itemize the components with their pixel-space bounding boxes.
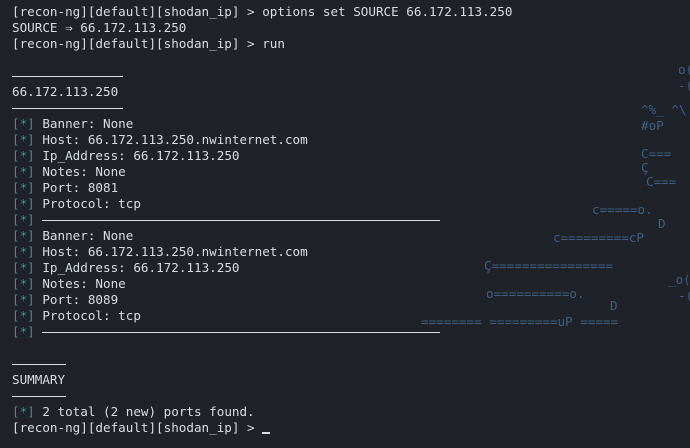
info-marker: [*] xyxy=(12,212,35,227)
result-field: [*] Banner: None xyxy=(12,228,690,244)
text-cursor[interactable] xyxy=(262,432,271,434)
output-line: SOURCE ⇒ 66.172.113.250 xyxy=(12,20,690,36)
result-separator: [*] xyxy=(12,324,690,340)
section-rule xyxy=(12,76,123,77)
info-marker: [*] xyxy=(12,276,35,291)
field-text: Notes: None xyxy=(42,276,126,291)
field-text: Ip_Address: 66.172.113.250 xyxy=(42,260,240,275)
field-text: Banner: None xyxy=(42,116,134,131)
result-field: [*] Host: 66.172.113.250.nwinternet.com xyxy=(12,244,690,260)
info-marker: [*] xyxy=(12,116,35,131)
field-text: Host: 66.172.113.250.nwinternet.com xyxy=(42,244,308,259)
prompt: [recon-ng][default][shodan_ip] > xyxy=(12,36,263,51)
result-field: [*] Host: 66.172.113.250.nwinternet.com xyxy=(12,132,690,148)
command-line: [recon-ng][default][shodan_ip] > run xyxy=(12,36,690,52)
field-text: Host: 66.172.113.250.nwinternet.com xyxy=(42,132,308,147)
field-text: Ip_Address: 66.172.113.250 xyxy=(42,148,240,163)
result-separator: [*] xyxy=(12,212,690,228)
input-line[interactable]: [recon-ng][default][shodan_ip] > xyxy=(12,420,690,436)
summary-rule xyxy=(12,364,66,365)
separator-rule xyxy=(42,220,441,221)
summary-rule xyxy=(12,396,66,397)
field-text: Notes: None xyxy=(42,164,126,179)
command-text: options set SOURCE 66.172.113.250 xyxy=(262,4,513,19)
summary-rule-line xyxy=(12,356,690,372)
header-rule-line xyxy=(12,68,690,84)
info-marker: [*] xyxy=(12,228,35,243)
summary-line: [*] 2 total (2 new) ports found. xyxy=(12,404,690,420)
field-text: Protocol: tcp xyxy=(42,196,141,211)
prompt: [recon-ng][default][shodan_ip] > xyxy=(12,420,263,435)
info-marker: [*] xyxy=(12,148,35,163)
field-text: Port: 8081 xyxy=(42,180,119,195)
info-marker: [*] xyxy=(12,132,35,147)
summary-title: SUMMARY xyxy=(12,372,690,388)
field-text: Banner: None xyxy=(42,228,134,243)
result-field: [*] Protocol: tcp xyxy=(12,308,690,324)
info-marker: [*] xyxy=(12,260,35,275)
result-field: [*] Notes: None xyxy=(12,164,690,180)
terminal-output: [recon-ng][default][shodan_ip] > options… xyxy=(12,4,690,436)
prompt: [recon-ng][default][shodan_ip] > xyxy=(12,4,263,19)
separator-rule xyxy=(42,332,441,333)
info-marker: [*] xyxy=(12,164,35,179)
result-field: [*] Banner: None xyxy=(12,116,690,132)
info-marker: [*] xyxy=(12,196,35,211)
command-line: [recon-ng][default][shodan_ip] > options… xyxy=(12,4,690,20)
field-text: Protocol: tcp xyxy=(42,308,141,323)
info-marker: [*] xyxy=(12,244,35,259)
result-field: [*] Ip_Address: 66.172.113.250 xyxy=(12,260,690,276)
info-marker: [*] xyxy=(12,180,35,195)
section-title-text: 66.172.113.250 xyxy=(12,84,119,99)
result-field: [*] Protocol: tcp xyxy=(12,196,690,212)
result-field: [*] Port: 8089 xyxy=(12,292,690,308)
section-title: 66.172.113.250 xyxy=(12,84,690,100)
field-text: Port: 8089 xyxy=(42,292,119,307)
summary-text: 2 total (2 new) ports found. xyxy=(42,404,255,419)
terminal-window[interactable]: o( -( ^%_ ^\ #oP C=== Ç C=== c=====o. D … xyxy=(0,0,690,448)
info-marker: [*] xyxy=(12,404,35,419)
section-rule xyxy=(12,108,123,109)
info-marker: [*] xyxy=(12,308,35,323)
result-field: [*] Ip_Address: 66.172.113.250 xyxy=(12,148,690,164)
source-value: SOURCE ⇒ 66.172.113.250 xyxy=(12,20,187,35)
info-marker: [*] xyxy=(12,292,35,307)
result-field: [*] Port: 8081 xyxy=(12,180,690,196)
command-text: run xyxy=(262,36,285,51)
result-field: [*] Notes: None xyxy=(12,276,690,292)
info-marker: [*] xyxy=(12,324,35,339)
summary-rule-line xyxy=(12,388,690,404)
summary-title-text: SUMMARY xyxy=(12,372,66,387)
header-rule-line xyxy=(12,100,690,116)
